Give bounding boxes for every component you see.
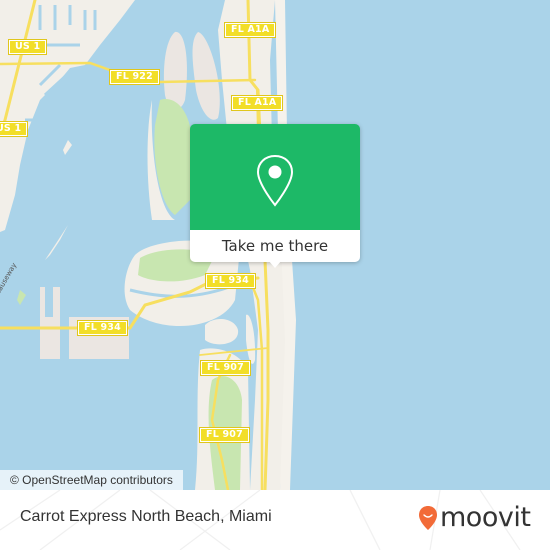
island — [163, 31, 187, 110]
road-shield-fla1a-south: FL A1A — [230, 95, 284, 111]
road-shield-fl907-north: FL 907 — [200, 360, 251, 376]
location-popup: Take me there — [190, 124, 360, 268]
road-shield-us1-south: US 1 — [0, 121, 29, 137]
mainland-land — [0, 0, 135, 232]
road-shield-fl907-south: FL 907 — [199, 427, 250, 443]
island — [246, 314, 256, 364]
popup-header — [190, 124, 360, 230]
road-shield-us1-north: US 1 — [7, 39, 48, 55]
popup-tail — [268, 260, 282, 268]
moovit-pin-icon — [419, 505, 437, 530]
map-attribution[interactable]: © OpenStreetMap contributors — [0, 470, 183, 490]
island — [192, 32, 220, 120]
road-shield-fl934-west: FL 934 — [77, 320, 128, 336]
road-shield-fl922: FL 922 — [109, 69, 160, 85]
footer: Carrot Express North Beach, Miami moovit — [0, 490, 550, 550]
island — [205, 318, 239, 345]
take-me-there-button[interactable]: Take me there — [190, 230, 360, 262]
moovit-wordmark: moovit — [440, 502, 531, 533]
road-shield-fl934-east: FL 934 — [205, 273, 256, 289]
road-shield-fla1a-north: FL A1A — [223, 22, 277, 38]
map[interactable]: US 1 US 1 FL 922 FL A1A FL A1A FL 934 FL… — [0, 0, 550, 490]
map-pin-icon — [256, 154, 294, 207]
place-name: Carrot Express North Beach, Miami — [20, 508, 272, 525]
moovit-logo[interactable]: moovit — [418, 502, 531, 533]
